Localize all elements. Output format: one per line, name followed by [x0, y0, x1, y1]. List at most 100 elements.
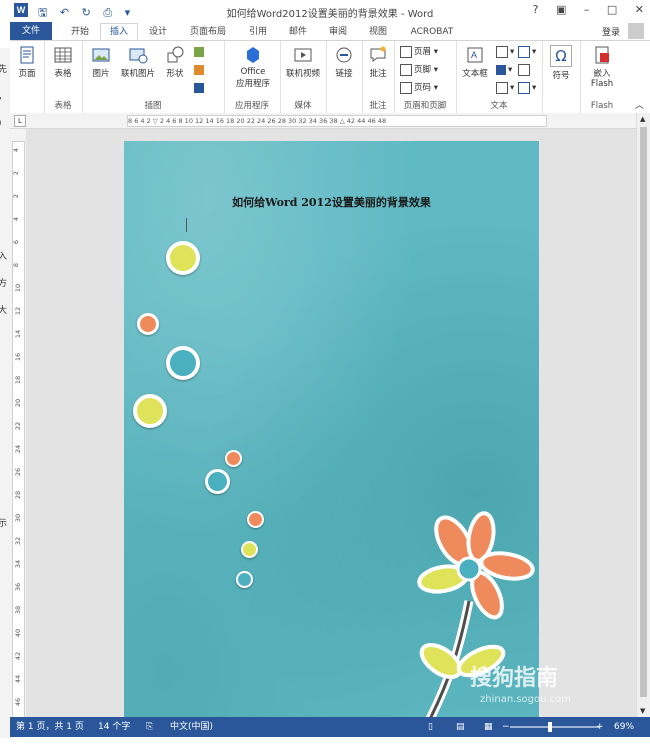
vertical-ruler-tick: 12 [14, 306, 23, 316]
vertical-ruler-scale[interactable]: 4 2 2 4 6 8 10 12 14 16 18 20 22 24 26 28 30 32 34 36 38 40 42… [12, 141, 25, 719]
smartart-button[interactable] [194, 45, 206, 59]
text-cursor [186, 218, 187, 232]
object-button[interactable]: ▾ [518, 81, 536, 95]
minimize-button[interactable]: – [584, 3, 590, 16]
shapes-button[interactable]: 形状 [162, 45, 188, 79]
quick-parts-button[interactable]: ▾ [496, 45, 514, 59]
zoom-slider-thumb[interactable] [548, 722, 552, 732]
vertical-ruler-tick: 2 [12, 170, 21, 176]
links-button[interactable]: 链接 [330, 45, 358, 79]
group-media: 联机视频 媒体 [280, 41, 327, 113]
group-label-apps: 应用程序 [234, 101, 269, 111]
drop-cap-button[interactable]: ▾ [496, 81, 514, 95]
page-number-button[interactable]: 页码 ▾ [400, 81, 438, 95]
vertical-ruler-tick: 8 [12, 262, 21, 268]
maximize-button[interactable]: □ [607, 3, 617, 16]
tab-review[interactable]: 审阅 [320, 24, 356, 40]
textbox-label: 文本框 [462, 69, 488, 79]
scroll-up-icon[interactable]: ▲ [640, 115, 645, 123]
header-icon [400, 45, 412, 58]
ribbon-insert: 页面 表格 表格 图片 联机图片 形状 插图 Office 应用程序 应用程序 … [10, 40, 650, 114]
table-button[interactable]: 表格 [50, 45, 76, 79]
clip-text: 先 [0, 62, 10, 75]
zoom-slider[interactable] [510, 726, 600, 728]
vertical-ruler-tick: 4 [12, 147, 21, 153]
read-mode-icon[interactable]: ▯ [428, 717, 433, 737]
header-button[interactable]: 页眉 ▾ [400, 45, 438, 59]
group-pages: 页面 [10, 41, 45, 113]
document-area: 如何给Word 2012设置美丽的背景效果 [26, 129, 636, 717]
screenshot-button[interactable] [194, 81, 206, 95]
zoom-level[interactable]: 69% [614, 717, 634, 737]
online-video-button[interactable]: 联机视频 [282, 45, 324, 79]
wordart-button[interactable]: ▾ [496, 63, 512, 77]
zoom-in-button[interactable]: + [596, 717, 604, 737]
vertical-ruler-tick: 42 [14, 651, 23, 661]
collapse-ribbon-icon[interactable]: ︿ [635, 98, 644, 111]
online-video-label: 联机视频 [285, 69, 320, 79]
page-count[interactable]: 第 1 页，共 1 页 [16, 717, 84, 737]
decor-circle-yellow [133, 394, 167, 428]
comment-label: 批注 [369, 69, 387, 79]
textbox-button[interactable]: A 文本框 [458, 45, 492, 79]
symbol-button[interactable]: Ω 符号 [546, 45, 576, 81]
tab-file[interactable]: 文件 [10, 22, 52, 40]
symbol-label: 符号 [552, 71, 570, 81]
vertical-ruler-tick: 16 [14, 352, 23, 362]
tab-design[interactable]: 设计 [140, 24, 176, 40]
web-layout-icon[interactable]: ▦ [484, 717, 493, 737]
vertical-ruler-tick: 14 [14, 329, 23, 339]
ribbon-display-button[interactable]: ▣ [556, 3, 566, 16]
tab-page-layout[interactable]: 页面布局 [180, 24, 236, 40]
page-icon [20, 46, 34, 64]
sign-in-link[interactable]: 登录 [602, 25, 620, 38]
watermark-brand: 搜狗指南 [470, 666, 559, 691]
object-icon [518, 81, 530, 94]
group-label-media: 媒体 [294, 101, 312, 111]
chart-button[interactable] [194, 63, 206, 77]
picture-button[interactable]: 图片 [88, 45, 114, 79]
proofing-icon[interactable]: ⎘ [146, 717, 153, 737]
language-indicator[interactable]: 中文(中国) [170, 717, 213, 737]
date-time-button[interactable] [518, 63, 532, 77]
zoom-out-button[interactable]: − [502, 717, 510, 737]
document-page[interactable]: 如何给Word 2012设置美丽的背景效果 [124, 141, 539, 717]
scroll-thumb[interactable] [640, 127, 647, 697]
close-button[interactable]: ✕ [635, 3, 644, 16]
tab-home[interactable]: 开始 [62, 24, 98, 40]
vertical-ruler-tick: 46 [14, 697, 23, 707]
online-picture-button[interactable]: 联机图片 [118, 45, 158, 79]
signature-line-button[interactable]: ▾ [518, 45, 536, 59]
flash-label: Flash [590, 79, 614, 89]
tab-view[interactable]: 视图 [360, 24, 396, 40]
watermark-url: zhinan.sogou.com [480, 694, 572, 705]
window-controls: ? ▣ – □ ✕ [519, 3, 644, 16]
help-button[interactable]: ? [533, 3, 539, 16]
scroll-down-icon[interactable]: ▼ [640, 707, 645, 715]
embed-flash-button[interactable]: 嵌入 Flash [584, 45, 620, 89]
comment-icon [370, 46, 386, 62]
pages-button[interactable]: 页面 [14, 45, 40, 79]
vertical-ruler-tick: 40 [14, 628, 23, 638]
tab-mailings[interactable]: 邮件 [280, 24, 316, 40]
group-symbols: Ω 符号 [542, 41, 581, 113]
group-label-header-footer: 页眉和页脚 [403, 101, 447, 111]
ruler-scale[interactable]: 8 6 4 2 ▽ 2 4 6 8 10 12 14 16 18 20 22 2… [127, 115, 547, 127]
tab-selector[interactable]: L [14, 115, 26, 127]
page-number-label: 页码 [414, 83, 432, 93]
tab-references[interactable]: 引用 [240, 24, 276, 40]
comment-button[interactable]: 批注 [364, 45, 392, 79]
print-layout-icon[interactable]: ▤ [456, 717, 465, 737]
word-count[interactable]: 14 个字 [98, 717, 130, 737]
group-header-footer: 页眉 ▾ 页脚 ▾ 页码 ▾ 页眉和页脚 [394, 41, 457, 113]
embed-label: 嵌入 [593, 69, 611, 79]
date-time-icon [518, 63, 530, 76]
office-apps-button[interactable]: Office 应用程序 [228, 45, 278, 89]
page-title[interactable]: 如何给Word 2012设置美丽的背景效果 [124, 194, 539, 210]
vertical-scrollbar[interactable]: ▲ ▼ [636, 113, 650, 717]
avatar[interactable] [628, 23, 644, 39]
footer-button[interactable]: 页脚 ▾ [400, 63, 438, 77]
vertical-ruler-tick: 24 [14, 444, 23, 454]
group-label-tables: 表格 [54, 101, 72, 111]
tab-acrobat[interactable]: ACROBAT [404, 24, 460, 40]
